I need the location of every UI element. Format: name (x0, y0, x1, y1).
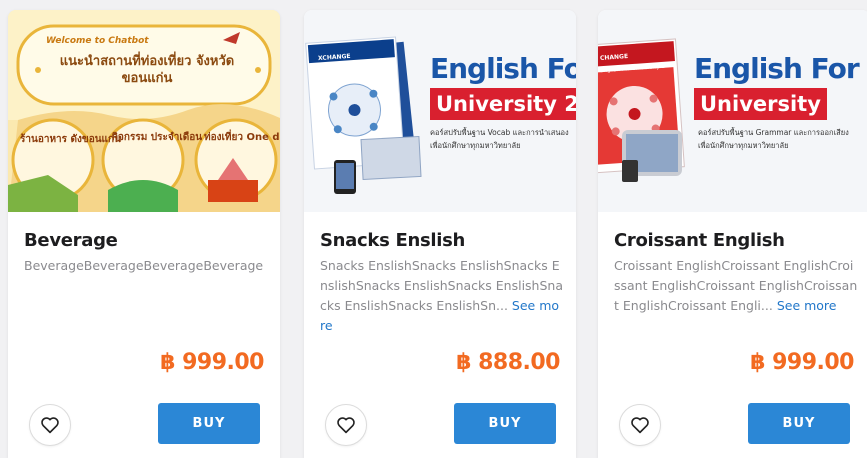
banner-subtitle: University 2 (430, 88, 576, 120)
banner-circle-label-trip: ท่องเที่ยว One day trip (204, 132, 280, 143)
buy-button[interactable]: BUY (454, 403, 556, 444)
favorite-button[interactable] (29, 404, 71, 446)
product-card-beverage[interactable]: Welcome to Chatbot แนะนำสถานที่ท่องเที่ย… (8, 10, 280, 458)
banner-description-2: เพื่อนักศึกษาทุกมหาวิทยาลัย (430, 141, 521, 150)
product-description: Snacks EnslishSnacks EnslishSnacks Ensli… (320, 256, 564, 336)
banner-circle-label-activity: กิจกรรม ประจำเดือน (112, 132, 203, 143)
product-price: ฿ 999.00 (160, 350, 264, 375)
product-image-croissant-english[interactable]: CHANGE English For University 1 English … (598, 10, 867, 212)
heart-outline-icon (41, 417, 59, 434)
banner-welcome-text: Welcome to Chatbot (46, 36, 149, 46)
description-text: BeverageBeverageBeverageBeverage (24, 258, 264, 273)
banner-description-1: คอร์สปรับพื้นฐาน Grammar และการออกเสียง (698, 128, 849, 137)
buy-button[interactable]: BUY (158, 403, 260, 444)
banner-title: English For (694, 52, 860, 85)
banner-description-1: คอร์สปรับพื้นฐาน Vocab และการนำเสนอง (430, 128, 569, 137)
product-price: ฿ 888.00 (456, 350, 560, 375)
favorite-button[interactable] (325, 404, 367, 446)
product-image-beverage[interactable]: Welcome to Chatbot แนะนำสถานที่ท่องเที่ย… (8, 10, 280, 212)
banner-subtitle: University (694, 88, 827, 120)
product-title[interactable]: Snacks Enslish (320, 230, 465, 251)
banner-description-2: เพื่อนักศึกษาทุกมหาวิทยาลัย (698, 141, 789, 150)
product-title[interactable]: Beverage (24, 230, 118, 251)
product-title[interactable]: Croissant English (614, 230, 785, 251)
product-description: Croissant EnglishCroissant EnglishCroiss… (614, 256, 858, 316)
buy-button[interactable]: BUY (748, 403, 850, 444)
heart-outline-icon (631, 417, 649, 434)
product-price: ฿ 999.00 (750, 350, 854, 375)
product-image-snacks-english[interactable]: XCHANGE EXPERIENTIAL ENGLISH 2 English F… (304, 10, 576, 212)
banner-circle-label-food: ร้านอาหาร ดังขอนแก่น (20, 134, 121, 145)
banner-title: English For (430, 52, 576, 85)
favorite-button[interactable] (619, 404, 661, 446)
product-description: BeverageBeverageBeverageBeverage (24, 256, 268, 276)
product-card-croissant-english[interactable]: CHANGE English For University 1 English … (598, 10, 867, 458)
see-more-link[interactable]: See more (777, 298, 837, 313)
product-card-snacks-english[interactable]: XCHANGE EXPERIENTIAL ENGLISH 2 English F… (304, 10, 576, 458)
banner-headline: แนะนำสถานที่ท่องเที่ยว จังหวัดขอนแก่น (59, 54, 235, 86)
heart-outline-icon (337, 417, 355, 434)
